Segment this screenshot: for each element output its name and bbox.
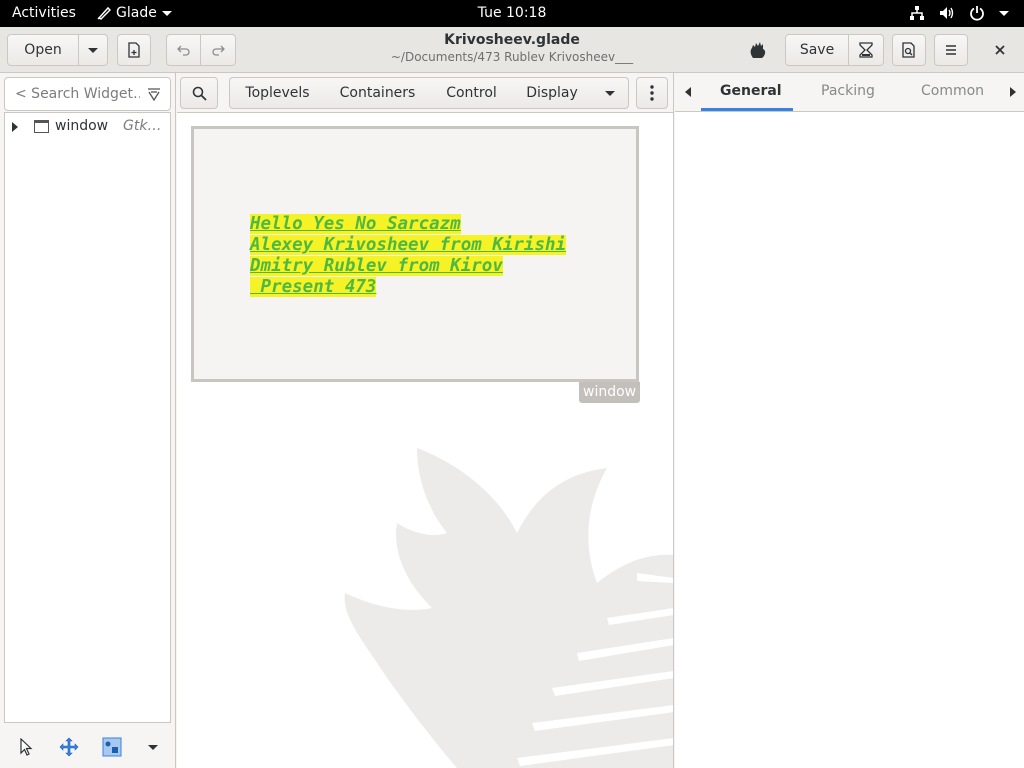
project-tree: window Gtk… <box>4 112 171 723</box>
palette-group-display[interactable]: Display <box>513 77 592 109</box>
app-menu-button[interactable]: Glade <box>97 5 172 21</box>
open-recent-dropdown[interactable] <box>79 34 108 66</box>
gnome-top-bar: Activities Glade Tue 10:18 <box>0 0 1024 27</box>
chevron-down-icon <box>999 10 1009 16</box>
selector-mode-button[interactable] <box>14 735 38 759</box>
close-window-button[interactable] <box>984 34 1016 66</box>
palette-options-button[interactable] <box>636 77 668 109</box>
power-icon <box>970 6 984 21</box>
main-menu-button[interactable] <box>934 34 968 66</box>
label-line-3: Dmitry Rublev from Kirov <box>250 256 503 276</box>
project-panel: window Gtk… <box>0 73 176 768</box>
pointer-icon <box>20 738 33 756</box>
tab-packing[interactable]: Packing <box>821 83 875 99</box>
design-window-name-tag: window <box>579 382 641 403</box>
widget-palette: Toplevels Containers Control Display <box>177 73 673 113</box>
system-menu[interactable] <box>909 5 1009 21</box>
search-icon <box>192 86 207 101</box>
new-document-icon <box>128 42 140 58</box>
kebab-menu-icon <box>650 85 654 101</box>
tab-common[interactable]: Common <box>921 83 984 99</box>
margin-icon <box>102 737 122 757</box>
undo-button[interactable] <box>166 34 201 66</box>
window-title: Krivosheev.glade ~/Documents/473 Rublev … <box>330 32 694 64</box>
palette-more-groups-button[interactable] <box>591 77 629 109</box>
window-widget-icon <box>34 120 49 133</box>
chevron-down-icon <box>148 744 158 750</box>
chevron-down-icon <box>88 47 98 53</box>
palette-search-button[interactable] <box>180 77 218 109</box>
undo-icon <box>176 45 190 56</box>
drag-resize-mode-button[interactable] <box>57 735 81 759</box>
tree-item-type: Gtk… <box>123 118 162 134</box>
redo-button[interactable] <box>201 34 236 66</box>
preview-button[interactable] <box>892 34 926 66</box>
tree-item-name: window <box>55 118 109 134</box>
active-tab-indicator <box>701 108 793 111</box>
save-button-label: Save <box>799 42 835 58</box>
palette-group-containers[interactable]: Containers <box>325 77 431 109</box>
network-icon <box>910 6 924 20</box>
save-as-button[interactable] <box>849 34 884 66</box>
label-line-2: Alexey Krivosheev from Kirishi <box>250 235 567 255</box>
search-filter-icon[interactable] <box>146 87 162 103</box>
palette-group-label: Containers <box>339 85 416 101</box>
document-path: ~/Documents/473 Rublev Krivosheev___ <box>390 50 634 64</box>
expand-arrow-icon[interactable] <box>12 122 18 132</box>
chevron-down-icon <box>604 90 615 96</box>
header-bar: Open Krivosheev.glade ~/Documents/473 Ru… <box>0 27 1024 73</box>
move-icon <box>59 737 79 757</box>
preview-icon <box>902 42 915 58</box>
save-button[interactable]: Save <box>785 34 849 66</box>
tab-general[interactable]: General <box>720 83 782 99</box>
glade-app-icon <box>97 6 111 20</box>
palette-group-label: Toplevels <box>245 85 310 101</box>
hello-label[interactable]: Hello Yes No Sarcazm Alexey Krivosheev f… <box>250 214 567 298</box>
save-as-icon <box>859 42 873 58</box>
tree-row-window[interactable]: window Gtk… <box>5 115 170 139</box>
redo-icon <box>212 45 225 56</box>
editing-mode-toolbar <box>0 725 175 768</box>
document-title: Krivosheev.glade <box>444 32 580 48</box>
clock[interactable]: Tue 10:18 <box>478 5 547 21</box>
app-name: Glade <box>116 5 157 21</box>
label-line-1: Hello Yes No Sarcazm <box>250 214 461 234</box>
design-window-widget[interactable]: Hello Yes No Sarcazm Alexey Krivosheev f… <box>191 126 639 382</box>
open-button-label: Open <box>24 42 62 58</box>
glade-watermark-icon <box>344 448 673 768</box>
property-tabs: General Packing Common <box>675 73 1024 112</box>
activities-button[interactable]: Activities <box>12 5 76 21</box>
tab-scroll-left-icon[interactable] <box>685 87 691 97</box>
property-editor: General Packing Common <box>675 73 1024 768</box>
design-area: Toplevels Containers Control Display Hel… <box>177 73 674 768</box>
widget-search-box <box>4 77 171 111</box>
close-icon <box>995 45 1005 55</box>
hamburger-icon <box>946 45 956 55</box>
palette-group-label: Display <box>526 85 578 101</box>
search-widget-input[interactable] <box>15 86 140 102</box>
glade-logo-button[interactable] <box>741 34 775 66</box>
glade-hand-icon <box>750 42 766 58</box>
palette-group-label: Control <box>446 85 497 101</box>
margin-edit-mode-button[interactable] <box>100 735 124 759</box>
edit-mode-dropdown[interactable] <box>141 735 165 759</box>
chevron-down-icon <box>161 10 172 16</box>
volume-icon <box>940 7 954 19</box>
new-project-button[interactable] <box>117 34 151 66</box>
label-line-4: Present 473 <box>250 277 377 297</box>
open-button[interactable]: Open <box>7 34 79 66</box>
palette-group-control[interactable]: Control <box>430 77 514 109</box>
tab-scroll-right-icon[interactable] <box>1010 87 1016 97</box>
palette-group-toplevels[interactable]: Toplevels <box>229 77 326 109</box>
